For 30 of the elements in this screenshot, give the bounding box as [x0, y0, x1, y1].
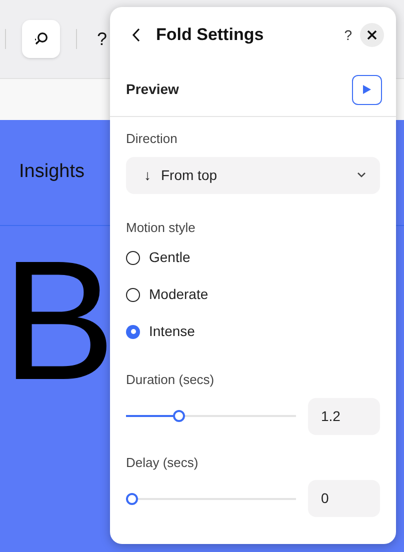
- preview-play-button[interactable]: [352, 74, 382, 104]
- back-chevron-icon: [132, 28, 140, 42]
- panel-help-button[interactable]: ?: [344, 24, 352, 46]
- radio-option[interactable]: Intense: [126, 321, 380, 342]
- value-field[interactable]: 0: [308, 480, 380, 517]
- direction-dropdown[interactable]: ↓ From top: [126, 156, 380, 194]
- slider-label: Duration (secs): [126, 371, 216, 389]
- dropdown-chevron-icon: [357, 172, 366, 178]
- slider-thumb[interactable]: [173, 410, 186, 422]
- radio-button[interactable]: [126, 250, 140, 264]
- direction-label: Direction: [126, 130, 178, 148]
- slider[interactable]: [126, 410, 296, 422]
- preview-label: Preview: [126, 80, 179, 99]
- nav-link[interactable]: Insights: [19, 158, 84, 187]
- radio-button[interactable]: [126, 324, 140, 338]
- play-icon: [363, 85, 371, 94]
- close-icon: [367, 30, 377, 40]
- headline-text: B: [2, 236, 116, 406]
- value-field[interactable]: 1.2: [308, 398, 380, 434]
- close-button[interactable]: [360, 23, 384, 47]
- slider-label: Delay (secs): [126, 454, 200, 472]
- slider-thumb[interactable]: [126, 492, 138, 504]
- radio-option[interactable]: Gentle: [126, 247, 380, 268]
- help-button[interactable]: ?: [93, 26, 112, 52]
- search-sparkle-button[interactable]: [22, 20, 60, 58]
- radio-option[interactable]: Moderate: [126, 284, 380, 305]
- radio-button[interactable]: [126, 288, 140, 302]
- motion-style-label: Motion style: [126, 218, 196, 237]
- slider[interactable]: [126, 492, 296, 504]
- panel-title: Fold Settings: [156, 24, 265, 46]
